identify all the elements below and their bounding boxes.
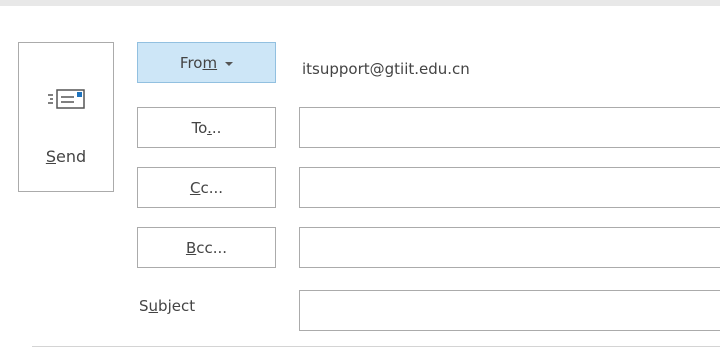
cc-field[interactable]	[299, 167, 720, 208]
cc-button[interactable]: Cc...	[137, 167, 276, 208]
cc-button-label: Cc...	[189, 178, 224, 197]
bcc-button-label: Bcc...	[185, 238, 228, 257]
from-address: itsupport@gtiit.edu.cn	[302, 60, 470, 78]
send-button[interactable]: Send	[18, 42, 114, 192]
bcc-button[interactable]: Bcc...	[137, 227, 276, 268]
bcc-field[interactable]	[299, 227, 720, 268]
from-button-label: From	[179, 53, 218, 72]
caret-down-icon	[225, 61, 234, 66]
to-button-label: To...	[191, 118, 222, 137]
subject-field[interactable]	[299, 290, 720, 331]
to-field[interactable]	[299, 107, 720, 148]
from-button[interactable]: From	[137, 42, 276, 83]
envelope-send-icon	[48, 89, 85, 109]
subject-label: Subject	[139, 297, 196, 315]
send-label: Send	[45, 147, 87, 166]
to-button[interactable]: To...	[137, 107, 276, 148]
top-divider	[0, 0, 720, 6]
